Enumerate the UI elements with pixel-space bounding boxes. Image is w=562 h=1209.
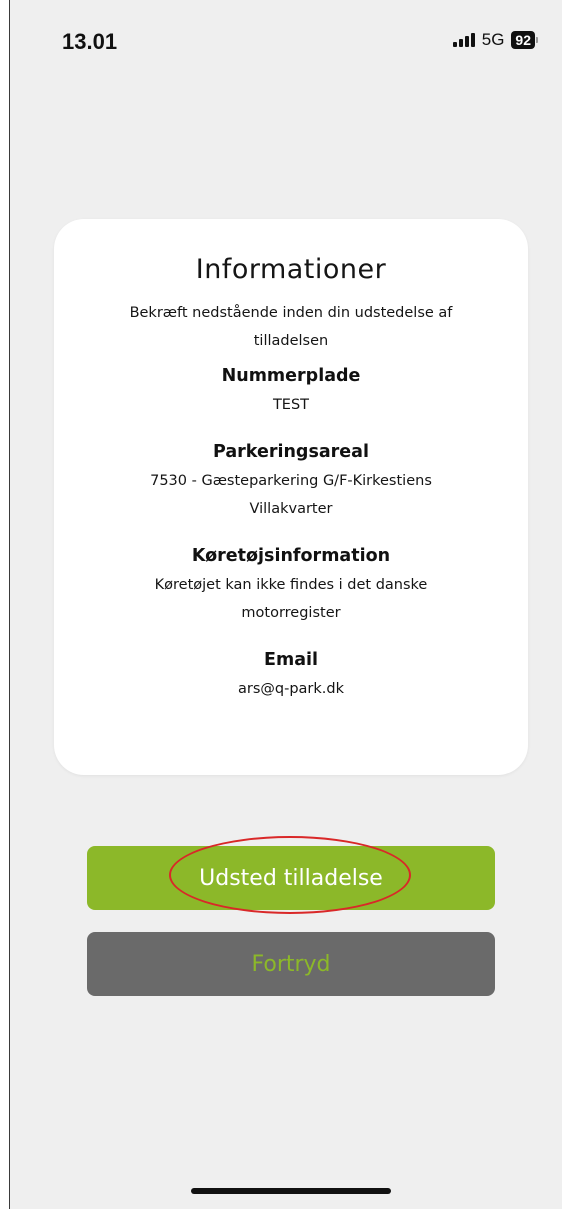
left-edge-strip	[0, 0, 10, 1209]
field-parking-area: Parkeringsareal 7530 - Gæsteparkering G/…	[54, 437, 528, 523]
cancel-button[interactable]: Fortryd	[87, 932, 495, 996]
field-vehicle-info: Køretøjsinformation Køretøjet kan ikke f…	[54, 541, 528, 627]
battery-level: 92	[511, 31, 535, 49]
network-label: 5G	[481, 30, 505, 49]
card-intro: Bekræft nedstående inden din udstedelse …	[129, 305, 453, 349]
information-card: Informationer Bekræft nedstående inden d…	[54, 219, 528, 775]
battery-icon: 92	[511, 31, 538, 49]
field-label: Parkeringsareal	[213, 442, 369, 462]
status-time: 13.01	[62, 29, 118, 54]
status-bar: 13.01 5G 92	[0, 0, 562, 70]
field-label: Nummerplade	[221, 366, 361, 386]
battery-tip	[536, 37, 538, 43]
field-email: Email ars@q-park.dk	[54, 645, 528, 703]
field-label: Email	[264, 650, 318, 670]
field-license-plate: Nummerplade TEST	[54, 361, 528, 419]
signal-icon	[452, 33, 475, 47]
field-value: ars@q-park.dk	[238, 681, 344, 697]
card-title: Informationer	[195, 254, 387, 285]
field-value: 7530 - Gæsteparkering G/F-Kirkestiens Vi…	[150, 473, 432, 517]
status-indicators: 5G 92	[452, 30, 538, 50]
field-value: TEST	[272, 397, 310, 413]
field-label: Køretøjsinformation	[191, 546, 391, 566]
issue-permit-button[interactable]: Udsted tilladelse	[87, 846, 495, 910]
home-indicator[interactable]	[191, 1188, 391, 1194]
field-value: Køretøjet kan ikke findes i det danske m…	[154, 577, 428, 621]
